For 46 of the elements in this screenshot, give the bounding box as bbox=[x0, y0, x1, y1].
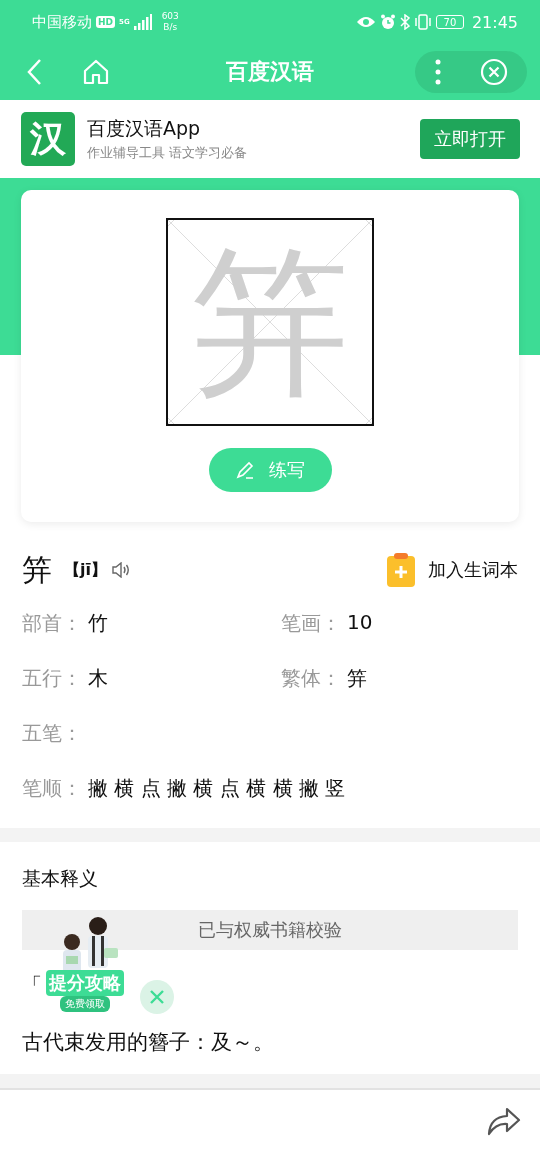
home-button[interactable] bbox=[82, 58, 110, 86]
signal-icon bbox=[133, 14, 152, 30]
eye-icon bbox=[355, 15, 376, 29]
verified-notice: 已与权威书籍校验 bbox=[22, 910, 518, 950]
clock-time: 21:45 bbox=[471, 12, 518, 32]
field-value: 10 bbox=[347, 610, 373, 636]
field-value: 撇 横 点 撇 横 点 横 横 撇 竖 bbox=[88, 775, 346, 802]
entry-character: 笄 bbox=[22, 550, 52, 589]
bluetooth-icon bbox=[399, 14, 410, 30]
pinyin: 【jī】 bbox=[64, 559, 107, 581]
field-label: 笔顺： bbox=[22, 775, 83, 802]
corner-bracket: 「 bbox=[22, 973, 42, 997]
app-tagline: 作业辅导工具 语文学习必备 bbox=[87, 145, 247, 162]
alarm-icon bbox=[379, 14, 396, 30]
close-icon bbox=[149, 989, 165, 1005]
promo-title[interactable]: 提分攻略 bbox=[46, 970, 124, 996]
field-value: 木 bbox=[88, 665, 108, 692]
app-icon: 汉 bbox=[21, 112, 75, 166]
pencil-icon bbox=[235, 460, 255, 480]
open-app-button[interactable]: 立即打开 bbox=[420, 119, 520, 159]
field-label: 五笔： bbox=[22, 720, 83, 747]
clipboard-plus-icon bbox=[386, 552, 416, 588]
practice-button[interactable]: 练写 bbox=[208, 448, 332, 492]
close-button[interactable] bbox=[140, 980, 174, 1014]
carrier-name: 中国移动 bbox=[32, 12, 92, 32]
network-badge: HD bbox=[96, 16, 115, 28]
more-button[interactable] bbox=[434, 59, 441, 85]
field-value: 竹 bbox=[88, 610, 108, 637]
vibrate-icon bbox=[413, 14, 432, 30]
speed-unit: B/s bbox=[163, 22, 178, 33]
battery-level: 70 bbox=[435, 15, 464, 29]
close-button[interactable] bbox=[479, 58, 508, 86]
speaker-icon[interactable] bbox=[110, 562, 131, 578]
field-value: 笄 bbox=[347, 665, 367, 692]
network-speed: 603 bbox=[161, 11, 179, 22]
add-to-vocabulary-button[interactable]: 加入生词本 bbox=[386, 552, 518, 588]
page-title: 百度汉语 bbox=[226, 59, 314, 84]
field-label: 笔画： bbox=[281, 610, 342, 637]
field-label: 部首： bbox=[22, 610, 83, 637]
field-label: 五行： bbox=[22, 665, 83, 692]
field-label: 繁体： bbox=[281, 665, 342, 692]
definition-text: 古代束发用的簪子：及～。 bbox=[22, 1029, 275, 1056]
promo-subtitle: 免费领取 bbox=[60, 996, 110, 1012]
back-button[interactable] bbox=[26, 58, 42, 86]
app-name: 百度汉语App bbox=[87, 116, 202, 141]
section-title: 基本释义 bbox=[22, 866, 99, 891]
